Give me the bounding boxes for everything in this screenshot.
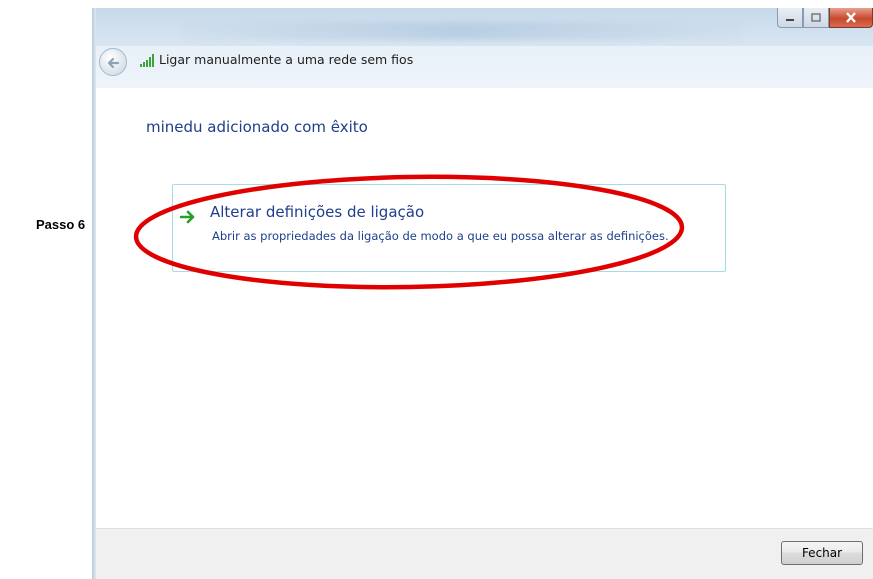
content-area — [96, 88, 873, 528]
window-controls — [777, 8, 873, 30]
back-button[interactable] — [99, 48, 127, 76]
wireless-signal-icon — [140, 54, 154, 67]
screenshot-page: Passo 6 Ligar manualmente a uma rede sem… — [0, 0, 873, 579]
dialog-footer — [96, 528, 873, 579]
success-heading: minedu adicionado com êxito — [146, 118, 368, 136]
step-label: Passo 6 — [36, 217, 86, 232]
window-title: Ligar manualmente a uma rede sem fios — [159, 52, 414, 67]
title-bar-background — [182, 22, 742, 40]
back-arrow-icon — [107, 57, 120, 69]
close-icon — [846, 12, 856, 23]
wireless-connection-dialog: Ligar manualmente a uma rede sem fios mi… — [92, 8, 873, 579]
close-window-button[interactable] — [829, 8, 873, 28]
maximize-icon — [811, 13, 821, 22]
maximize-button[interactable] — [803, 8, 829, 28]
minimize-button[interactable] — [777, 8, 803, 28]
fechar-button[interactable]: Fechar — [781, 541, 863, 565]
minimize-icon — [786, 18, 794, 21]
red-highlight-ellipse — [133, 174, 685, 290]
